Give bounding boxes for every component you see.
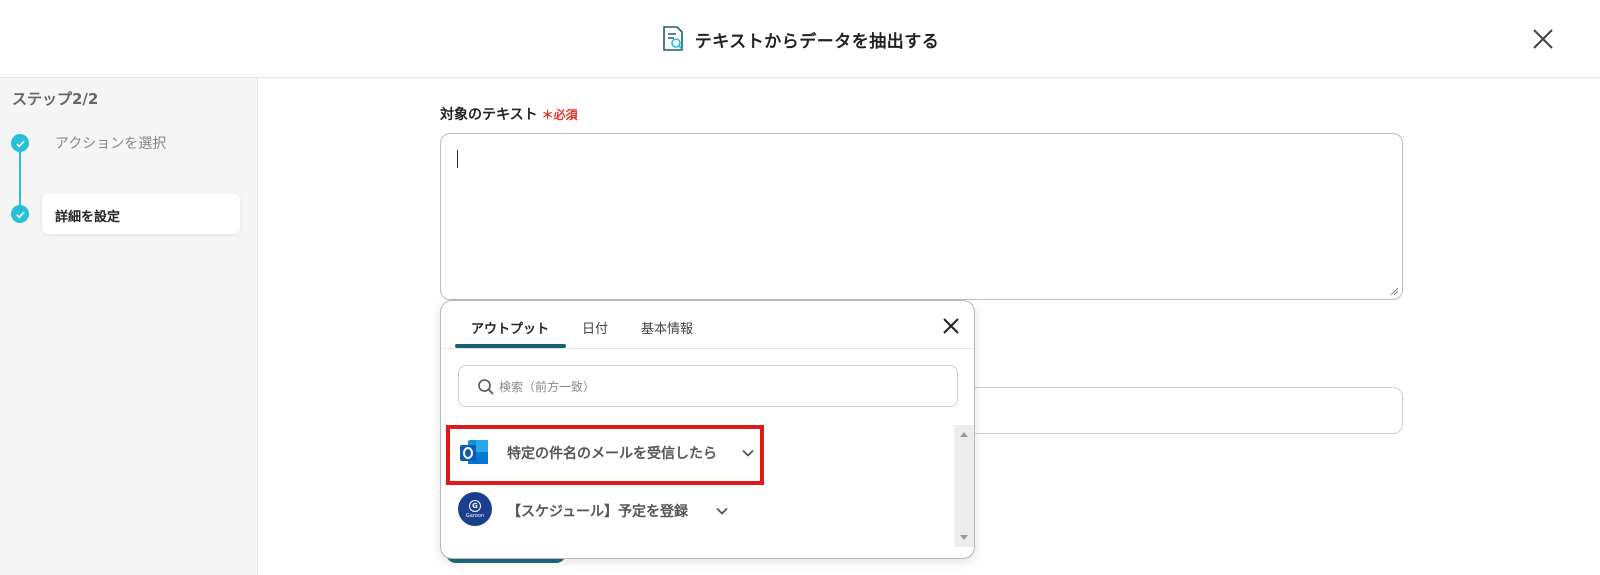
secondary-input-field[interactable] <box>940 387 1403 434</box>
popup-tab-bar: アウトプット 日付 基本情報 <box>441 301 974 349</box>
step-item-label: 詳細を設定 <box>55 210 121 225</box>
search-input[interactable] <box>499 376 939 398</box>
target-text-label-text: 対象のテキスト <box>440 107 538 123</box>
list-item-outlook-trigger[interactable]: 特定の件名のメールを受信したら <box>441 425 951 485</box>
list-scrollbar[interactable] <box>954 425 974 547</box>
page-title: テキストからデータを抽出する <box>694 31 940 52</box>
active-tab-indicator <box>455 344 566 348</box>
highlight-annotation-box <box>446 425 764 485</box>
step-connector-line <box>19 144 21 214</box>
document-search-icon <box>662 26 683 51</box>
modal-header: テキストからデータを抽出する <box>0 0 1600 78</box>
step-check-icon <box>11 134 29 152</box>
step-counter: ステップ2/2 <box>12 90 99 108</box>
tab-basic-info[interactable]: 基本情報 <box>641 318 693 337</box>
close-icon[interactable] <box>1530 26 1556 52</box>
scroll-up-arrow-icon[interactable] <box>960 432 968 437</box>
search-field[interactable] <box>458 365 958 407</box>
list-item-label: 【スケジュール】予定を登録 <box>507 504 689 520</box>
target-text-textarea[interactable] <box>440 133 1403 300</box>
output-list: 特定の件名のメールを受信したら G Garoon 【スケジュール】予定を登録 <box>441 425 951 555</box>
scroll-down-arrow-icon[interactable] <box>960 535 968 540</box>
close-icon[interactable] <box>942 317 960 335</box>
step-sidebar: ステップ2/2 アクションを選択 詳細を設定 <box>0 78 258 575</box>
tab-output[interactable]: アウトプット <box>471 318 549 337</box>
step-check-icon <box>11 205 29 223</box>
garoon-icon: G Garoon <box>458 492 492 526</box>
resize-handle-icon[interactable] <box>1390 287 1399 296</box>
search-icon <box>478 379 494 395</box>
step-item-select-action[interactable]: アクションを選択 <box>55 133 166 153</box>
header-title-group: テキストからデータを抽出する <box>0 26 1600 52</box>
step-item-configure-details[interactable]: 詳細を設定 <box>42 194 240 234</box>
garoon-logo-text: Garoon <box>465 512 485 519</box>
garoon-logo-letter: G <box>469 499 481 512</box>
required-badge: ＊必須 <box>541 108 578 122</box>
target-text-label: 対象のテキスト ＊必須 <box>440 104 578 124</box>
chevron-down-icon <box>716 507 728 515</box>
variable-picker-popup: アウトプット 日付 基本情報 特定の件名のメールを受信したら <box>440 300 975 559</box>
list-item-garoon-schedule[interactable]: G Garoon 【スケジュール】予定を登録 <box>441 485 951 541</box>
text-caret <box>457 150 458 168</box>
tab-date[interactable]: 日付 <box>582 318 608 337</box>
